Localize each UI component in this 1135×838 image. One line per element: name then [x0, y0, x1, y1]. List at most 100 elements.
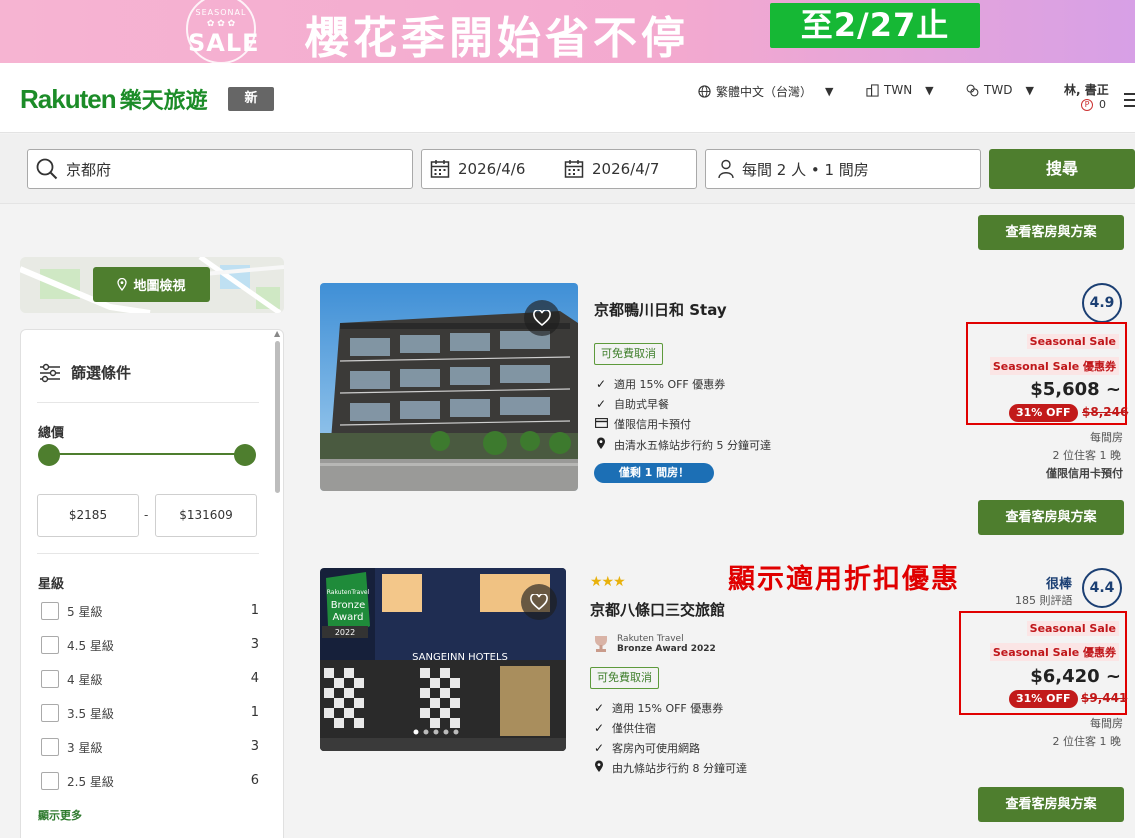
star-option-count: 6 — [250, 773, 259, 788]
view-rooms-button[interactable]: 查看客房與方案 — [978, 500, 1124, 535]
chevron-down-icon: ▼ — [1025, 83, 1034, 97]
cherry-blossom-icon: ✿ ✿ ✿ — [206, 19, 236, 29]
price-slider-track[interactable] — [49, 453, 245, 455]
feature-text: 由九條站步行約 8 分鐘可達 — [612, 762, 747, 775]
star-option-count: 1 — [250, 603, 259, 618]
person-icon — [718, 159, 734, 179]
region-label: TWN — [884, 83, 913, 97]
price-slider-max-handle[interactable] — [234, 444, 256, 466]
checkbox[interactable] — [41, 704, 59, 722]
total-price-label: 總價 — [38, 426, 65, 441]
feature-text: 客房內可使用網路 — [612, 742, 700, 755]
rating-score: 4.9 — [1082, 283, 1122, 323]
per-room-label: 每間房 — [1090, 431, 1123, 444]
trophy-icon — [595, 636, 607, 652]
show-more-link[interactable]: 顯示更多 — [38, 807, 82, 823]
star-option-label: 4.5 星級 — [67, 639, 114, 653]
search-button[interactable]: 搜尋 — [989, 149, 1135, 189]
favorite-button[interactable] — [521, 584, 557, 620]
feature-text: 適用 15% OFF 優惠券 — [614, 378, 726, 391]
logo-english: Rakuten — [20, 84, 117, 114]
language-selector[interactable]: 繁體中文（台灣） ▼ — [698, 83, 833, 100]
region-selector[interactable]: TWN ▼ — [866, 83, 934, 97]
hotel-name[interactable]: 京都鴨川日和 Stay — [594, 299, 727, 320]
seasonal-sale-tag: Seasonal Sale — [1026, 621, 1119, 636]
free-cancellation-badge: 可免費取消 — [590, 667, 659, 689]
star-option-count: 1 — [250, 705, 259, 720]
user-points[interactable]: P 0 — [1081, 98, 1106, 111]
price-min-input[interactable]: $2185 — [37, 494, 139, 537]
checkout-date[interactable]: 2026/4/7 — [592, 160, 659, 178]
destination-field[interactable]: 京都府 — [27, 149, 413, 189]
checkbox[interactable] — [41, 772, 59, 790]
checkbox[interactable] — [41, 636, 59, 654]
guests-field[interactable]: 每間 2 人 • 1 間房 — [705, 149, 981, 189]
price-max-input[interactable]: $131609 — [155, 494, 257, 537]
hotel-name[interactable]: 京都八條口三交旅館 — [590, 599, 725, 620]
checkbox[interactable] — [41, 602, 59, 620]
free-cancellation-badge: 可免費取消 — [594, 343, 663, 365]
star-option-count: 4 — [250, 671, 259, 686]
sliders-icon — [40, 363, 60, 382]
search-bar: 京都府 2026/4/6 2026/4/7 每間 2 人 • 1 間房 搜尋 — [0, 134, 1135, 204]
divider — [37, 553, 259, 554]
view-rooms-button[interactable]: 查看客房與方案 — [978, 787, 1124, 822]
discount-badge: 31% OFF — [1009, 404, 1078, 422]
date-range-field[interactable]: 2026/4/6 2026/4/7 — [421, 149, 697, 189]
map-view-label: 地圖檢視 — [133, 279, 186, 294]
scrollbar-thumb[interactable] — [275, 341, 280, 493]
original-price: $8,246 — [1082, 405, 1129, 419]
filter-panel: 篩選條件 總價 $2185 - $131609 星級 5 星級 1 4.5 星級 3… — [20, 329, 284, 838]
price: $5,608 ~ — [1030, 379, 1121, 400]
logo-chinese: 樂天旅遊 — [119, 89, 208, 114]
feature-item: ✓ 客房內可使用網路 — [592, 740, 700, 756]
payment-note: 僅限信用卡預付 — [1046, 467, 1123, 480]
star-filter-option[interactable]: 4.5 星級 3 — [41, 635, 259, 655]
heart-icon — [530, 594, 548, 610]
favorite-button[interactable] — [524, 300, 560, 336]
points-icon: P — [1081, 98, 1093, 111]
promo-banner[interactable]: SEASONAL ✿ ✿ ✿ SALE 櫻花季開始省不停 至2/27止 — [0, 0, 1135, 63]
price-highlight-box: Seasonal Sale Seasonal Sale 優惠券 $5,608 ~… — [966, 322, 1129, 425]
map-view-button[interactable]: 地圖檢視 — [93, 267, 210, 302]
award-year-text: 2022 — [335, 628, 355, 637]
new-badge: 新 — [228, 87, 274, 111]
filter-scrollbar[interactable]: ▲ — [274, 329, 282, 838]
award-badge-text: Bronze — [331, 600, 366, 611]
divider — [37, 402, 259, 403]
checkin-date[interactable]: 2026/4/6 — [458, 160, 558, 178]
checkbox[interactable] — [41, 738, 59, 756]
star-filter-option[interactable]: 3 星級 3 — [41, 737, 259, 757]
price: $6,420 ~ — [1030, 666, 1121, 687]
hamburger-menu-icon[interactable] — [1124, 93, 1135, 111]
filter-title: 篩選條件 — [71, 364, 132, 382]
star-rating-icon: ★★★ — [590, 574, 626, 590]
star-filter-option[interactable]: 5 星級 1 — [41, 601, 259, 621]
price-slider-min-handle[interactable] — [38, 444, 60, 466]
banner-deadline[interactable]: 至2/27止 — [770, 3, 980, 48]
rooms-left-badge: 僅剩 1 間房！ — [594, 463, 714, 483]
rakuten-logo[interactable]: Rakuten 樂天旅遊 — [20, 83, 208, 115]
discount-badge: 31% OFF — [1009, 690, 1078, 708]
view-rooms-button[interactable]: 查看客房與方案 — [978, 215, 1124, 250]
star-option-label: 5 星級 — [67, 605, 103, 619]
award-line-1: Rakuten Travel — [617, 634, 684, 644]
badge-main-text: SALE — [188, 29, 260, 57]
location-pin-icon — [117, 278, 128, 291]
user-name[interactable]: 林, 書正 — [1064, 81, 1109, 98]
currency-selector[interactable]: TWD ▼ — [966, 83, 1034, 97]
star-filter-option[interactable]: 4 星級 4 — [41, 669, 259, 689]
scroll-up-arrow-icon[interactable]: ▲ — [274, 329, 280, 338]
award-badge-text: RakutenTravel — [327, 589, 370, 596]
star-filter-option[interactable]: 2.5 星級 6 — [41, 771, 259, 791]
building-icon — [866, 83, 879, 97]
seasonal-sale-tag: Seasonal Sale — [1026, 334, 1119, 349]
star-option-label: 3 星級 — [67, 741, 103, 755]
star-filter-option[interactable]: 3.5 星級 1 — [41, 703, 259, 723]
review-count[interactable]: 185 則評語 — [1015, 592, 1073, 608]
calendar-icon — [430, 160, 450, 178]
award-line-2: Bronze Award 2022 — [617, 644, 716, 654]
checkbox[interactable] — [41, 670, 59, 688]
coins-icon — [966, 84, 979, 96]
feature-item: ✓ 僅供住宿 — [592, 720, 656, 736]
